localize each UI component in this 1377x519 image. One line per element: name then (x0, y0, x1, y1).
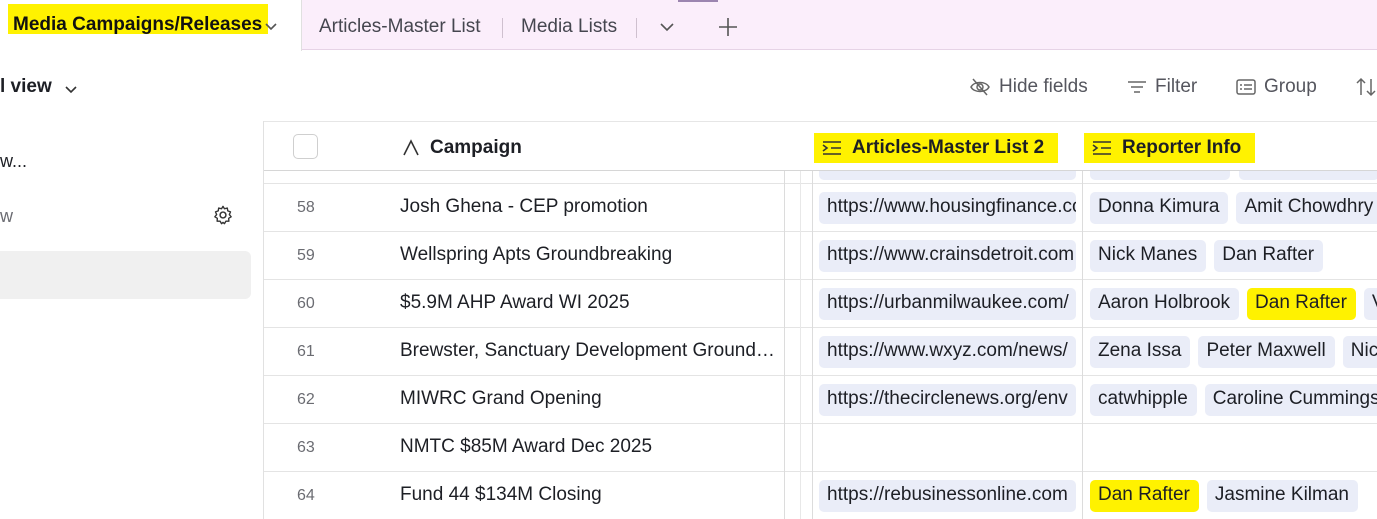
row-number: 63 (297, 439, 315, 456)
view-name[interactable]: l view (0, 76, 52, 98)
plus-icon[interactable] (717, 16, 739, 38)
campaign-cell[interactable]: NMTC $85M Award Dec 2025 (400, 436, 784, 458)
row-number: 64 (297, 487, 315, 504)
reporter-chip[interactable]: Dan Rafter (1214, 240, 1324, 272)
reporter-chip[interactable]: Nick Manes (1090, 240, 1207, 272)
reporter-chip[interactable]: Peter Maxwell (1198, 336, 1335, 368)
column-header-label: Reporter Info (1122, 137, 1242, 158)
column-divider (784, 121, 785, 519)
group-icon (1236, 79, 1256, 95)
records-grid: Campaign Articles-Master List 2 Reporter… (264, 121, 1377, 519)
reporter-cell[interactable]: Zena IssaPeter MaxwellNick (1090, 336, 1377, 368)
table-row[interactable]: 59 Wellspring Apts Groundbreaking https://… (264, 232, 1377, 280)
chevron-down-icon[interactable] (657, 17, 677, 37)
table-row[interactable]: 58 Josh Ghena - CEP promotion https://www.… (264, 184, 1377, 232)
reporter-chip[interactable]: Aaron Holbrook (1090, 288, 1240, 320)
tab-media-lists[interactable]: Media Lists (521, 16, 617, 38)
reporter-chip[interactable]: Amit Chowdhry (1236, 192, 1377, 224)
column-header-label: Campaign (430, 137, 522, 158)
article-link-chip[interactable]: https://www.wxyz.com/news/ (819, 336, 1076, 368)
campaign-cell[interactable]: Brewster, Sanctuary Development Ground… (400, 340, 784, 362)
campaign-cell[interactable]: Wellspring Apts Groundbreaking (400, 244, 784, 266)
sidebar-view-item[interactable]: w (0, 206, 13, 227)
gear-icon[interactable] (212, 204, 234, 226)
reporter-chip[interactable]: Dan Rafter (1090, 480, 1199, 512)
reporter-cell[interactable]: Aaron HolbrookDan RafterV (1090, 288, 1377, 320)
article-link-chip[interactable]: https://urbanmilwaukee.com/ (819, 288, 1076, 320)
tab-media-campaigns-label: Media Campaigns/Releases (8, 4, 269, 35)
article-link-chip[interactable]: https://www.housingfinance.com (819, 192, 1076, 224)
column-header-label: Articles-Master List 2 (852, 137, 1045, 158)
table-row[interactable]: 60 $5.9M AHP Award WI 2025 https://urbanmi… (264, 280, 1377, 328)
reporter-chip[interactable]: catwhipple (1090, 384, 1197, 416)
tab-indicator (678, 0, 718, 2)
table-row[interactable]: 62 MIWRC Grand Opening https://thecirclene… (264, 376, 1377, 424)
table-row[interactable]: 63 NMTC $85M Award Dec 2025 (264, 424, 1377, 472)
column-divider (1082, 121, 1083, 519)
reporter-chip[interactable]: V (1363, 288, 1377, 320)
filter-label: Filter (1155, 76, 1198, 97)
campaign-cell[interactable]: Fund 44 $134M Closing (400, 484, 784, 506)
view-toolbar: l view Hide fields Filter Group (0, 51, 1377, 121)
reporter-chip[interactable]: Nick (1342, 336, 1377, 368)
group-button[interactable]: Group (1236, 75, 1317, 99)
row-number: 62 (297, 391, 315, 408)
row-number: 59 (297, 247, 315, 264)
sort-icon[interactable] (1355, 76, 1377, 98)
hide-fields-label: Hide fields (999, 76, 1088, 97)
text-field-icon (403, 139, 419, 156)
row-number: 58 (297, 199, 315, 216)
campaign-cell[interactable]: MIWRC Grand Opening (400, 388, 784, 410)
views-sidebar: w... w (0, 121, 264, 519)
reporter-cell[interactable]: catwhipple Caroline Cummings (1090, 384, 1377, 416)
tab-media-campaigns[interactable]: Media Campaigns/Releases (0, 0, 302, 51)
reporter-chip[interactable]: Dan Rafter (1247, 288, 1356, 320)
sidebar-view-item[interactable]: w... (0, 151, 27, 172)
hide-fields-button[interactable]: Hide fields (969, 75, 1088, 99)
reporter-cell[interactable]: Dan Rafter Jasmine Kilman (1090, 480, 1366, 512)
table-row[interactable]: 64 Fund 44 $134M Closing https://rebusines… (264, 472, 1377, 519)
reporter-cell[interactable]: Nick Manes Dan Rafter (1090, 240, 1331, 272)
frozen-divider (800, 121, 801, 519)
reporter-chip[interactable]: Donna Kimura (1090, 192, 1229, 224)
tab-divider (636, 18, 637, 38)
column-header-reporter[interactable]: Reporter Info (1084, 133, 1256, 163)
table-tab-bar: Media Campaigns/Releases Articles-Master… (0, 0, 1377, 51)
campaign-cell[interactable]: $5.9M AHP Award WI 2025 (400, 292, 784, 314)
tab-divider (502, 18, 503, 38)
row-number: 60 (297, 295, 315, 312)
chevron-down-icon[interactable] (62, 80, 80, 98)
filter-icon (1128, 81, 1146, 93)
article-link-chip[interactable]: https://thecirclenews.org/env (819, 384, 1076, 416)
eye-off-icon (970, 78, 990, 96)
reporter-chip[interactable]: Caroline Cummings (1204, 384, 1377, 416)
article-link-chip[interactable]: https://rebusinessonline.com (819, 480, 1076, 512)
reporter-chip[interactable]: Jasmine Kilman (1206, 480, 1358, 512)
tab-articles-master-list[interactable]: Articles-Master List (319, 16, 481, 38)
table-row[interactable]: 61 Brewster, Sanctuary Development Ground… (264, 328, 1377, 376)
table-row (264, 152, 1377, 184)
column-header-campaign[interactable]: Campaign (402, 133, 522, 163)
chevron-down-icon[interactable] (262, 17, 280, 35)
column-divider (812, 121, 813, 519)
sidebar-selected-view[interactable] (0, 251, 251, 299)
group-label: Group (1264, 76, 1317, 97)
row-number: 61 (297, 343, 315, 360)
article-link-chip[interactable]: https://www.crainsdetroit.com (819, 240, 1076, 272)
reporter-cell[interactable]: Donna Kimura Amit Chowdhry (1090, 192, 1377, 224)
column-header-articles[interactable]: Articles-Master List 2 (814, 133, 1059, 163)
reporter-chip[interactable]: Zena Issa (1090, 336, 1191, 368)
select-all-checkbox[interactable] (293, 134, 318, 159)
linked-record-icon (1092, 141, 1111, 155)
grid-header: Campaign Articles-Master List 2 Reporter… (264, 121, 1377, 171)
filter-button[interactable]: Filter (1127, 75, 1197, 99)
linked-record-icon (822, 141, 841, 155)
campaign-cell[interactable]: Josh Ghena - CEP promotion (400, 196, 784, 218)
